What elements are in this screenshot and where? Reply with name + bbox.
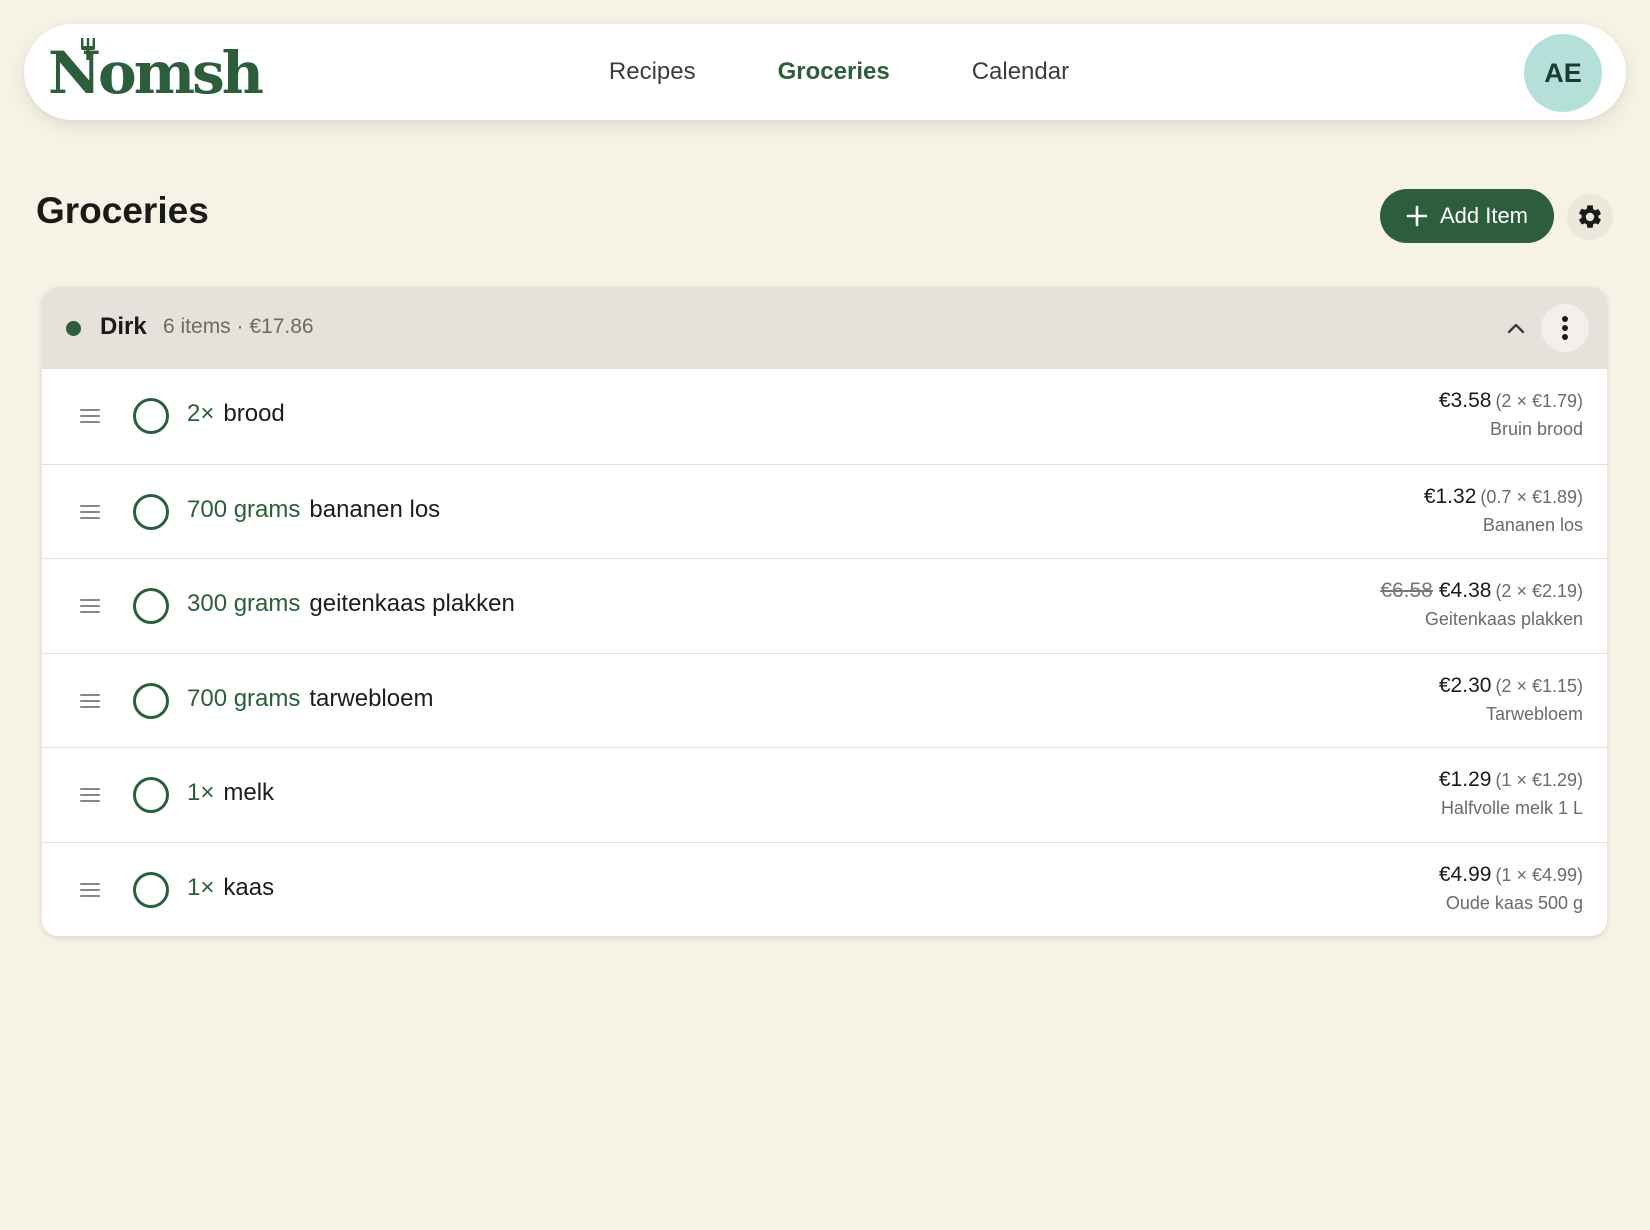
item-quantity: 700 grams <box>187 495 301 523</box>
item-checkbox[interactable] <box>133 682 169 719</box>
store-header[interactable]: Dirk 6 items · €17.86 <box>42 287 1607 369</box>
settings-button[interactable] <box>1567 194 1613 240</box>
grocery-item-row[interactable]: 700 grams tarwebloem €2.30 (2 × €1.15) Tar… <box>42 652 1607 748</box>
item-label: 1× melk <box>187 779 274 807</box>
grocery-item-row[interactable]: 700 grams bananen los €1.32 (0.7 × €1.89) … <box>42 463 1607 559</box>
main-nav: Recipes Groceries Calendar <box>24 24 1626 120</box>
grocery-item-row[interactable]: 2× brood €3.58 (2 × €1.79) Bruin brood <box>42 369 1607 464</box>
store-status-dot <box>66 321 81 336</box>
nav-link-recipes[interactable]: Recipes <box>581 58 696 86</box>
collapse-button[interactable] <box>1498 310 1534 346</box>
item-checkbox[interactable] <box>133 871 169 908</box>
item-total-price: €2.30 <box>1438 673 1492 697</box>
item-quantity: 700 grams <box>187 684 301 712</box>
fork-icon <box>81 38 95 60</box>
item-old-price: €6.58 <box>1380 579 1433 602</box>
chevron-up-icon <box>1507 323 1525 334</box>
item-price-calculation: (0.7 × €1.89) <box>1480 486 1583 507</box>
plus-icon <box>1406 205 1428 227</box>
item-price-calculation: (1 × €1.29) <box>1495 770 1583 790</box>
item-price-block: €1.32 (0.7 × €1.89) Bananen los <box>1424 485 1583 536</box>
item-label: 300 grams geitenkaas plakken <box>187 590 515 618</box>
store-summary: 6 items · €17.86 <box>163 315 314 338</box>
item-product-name: Bruin brood <box>1489 419 1583 439</box>
item-name: tarwebloem <box>309 684 434 712</box>
item-total-price: €1.29 <box>1438 768 1492 791</box>
item-product-name: Oude kaas 500 g <box>1445 892 1583 913</box>
item-price-block: €6.58 €4.38 (2 × €2.19) Geitenkaas plakken <box>1380 579 1583 630</box>
item-product-name: Bananen los <box>1482 514 1583 535</box>
item-name: melk <box>223 779 275 806</box>
item-name: brood <box>223 400 285 427</box>
nav-link-groceries[interactable]: Groceries <box>750 58 890 86</box>
item-product-name: Halfvolle melk 1 L <box>1440 798 1583 818</box>
drag-handle-icon[interactable] <box>80 502 100 522</box>
more-vertical-icon <box>1562 316 1568 340</box>
store-card: Dirk 6 items · €17.86 2× brood €3.58 (2 × … <box>42 287 1607 936</box>
drag-handle-icon[interactable] <box>80 880 100 900</box>
drag-handle-icon[interactable] <box>80 691 100 711</box>
price-line: €1.32 (0.7 × €1.89) <box>1424 485 1583 509</box>
item-label: 2× brood <box>187 400 285 428</box>
item-product-name: Tarwebloem <box>1485 703 1583 724</box>
item-name: bananen los <box>309 495 441 523</box>
item-label: 700 grams bananen los <box>187 496 440 524</box>
grocery-item-row[interactable]: 1× melk €1.29 (1 × €1.29) Halfvolle melk 1… <box>42 747 1607 842</box>
drag-handle-icon[interactable] <box>80 596 100 616</box>
price-line: €4.99 (1 × €4.99) <box>1439 863 1583 887</box>
grocery-list: 2× brood €3.58 (2 × €1.79) Bruin brood 700… <box>42 369 1607 936</box>
item-checkbox[interactable] <box>133 493 169 530</box>
item-quantity: 2× <box>187 400 215 427</box>
page-title: Groceries <box>36 190 209 231</box>
top-navbar: Nomsh Recipes Groceries Calendar AE <box>24 24 1626 120</box>
item-label: 700 grams tarwebloem <box>187 685 433 713</box>
item-price-block: €2.30 (2 × €1.15) Tarwebloem <box>1439 674 1583 725</box>
item-product-name: Geitenkaas plakken <box>1424 609 1583 629</box>
item-price-calculation: (2 × €1.15) <box>1495 675 1583 696</box>
item-total-price: €3.58 <box>1438 389 1492 412</box>
item-total-price: €4.38 <box>1438 579 1492 602</box>
item-total-price: €4.99 <box>1438 862 1492 886</box>
item-price-calculation: (2 × €2.19) <box>1495 581 1583 601</box>
store-menu-button[interactable] <box>1541 304 1589 352</box>
nav-link-calendar[interactable]: Calendar <box>944 58 1069 86</box>
store-name: Dirk <box>100 313 147 340</box>
add-item-button[interactable]: Add Item <box>1380 189 1554 243</box>
item-quantity: 1× <box>187 873 215 901</box>
item-price-calculation: (1 × €4.99) <box>1495 864 1583 885</box>
item-checkbox[interactable] <box>133 777 169 813</box>
price-line: €6.58 €4.38 (2 × €2.19) <box>1380 579 1583 603</box>
item-name: kaas <box>223 873 275 901</box>
user-avatar[interactable]: AE <box>1524 34 1602 112</box>
price-line: €2.30 (2 × €1.15) <box>1439 674 1583 698</box>
item-checkbox[interactable] <box>133 588 169 624</box>
price-line: €3.58 (2 × €1.79) <box>1439 389 1583 413</box>
item-quantity: 300 grams <box>187 590 301 617</box>
item-label: 1× kaas <box>187 874 274 902</box>
item-price-calculation: (2 × €1.79) <box>1495 391 1583 411</box>
avatar-initials: AE <box>1544 57 1582 88</box>
add-item-label: Add Item <box>1439 203 1529 228</box>
grocery-item-row[interactable]: 300 grams geitenkaas plakken €6.58 €4.38 (2… <box>42 558 1607 653</box>
item-total-price: €1.32 <box>1423 484 1477 508</box>
item-checkbox[interactable] <box>133 398 169 434</box>
item-price-block: €4.99 (1 × €4.99) Oude kaas 500 g <box>1439 863 1583 914</box>
item-name: geitenkaas plakken <box>309 590 515 617</box>
price-line: €1.29 (1 × €1.29) <box>1439 768 1583 792</box>
item-quantity: 1× <box>187 779 215 806</box>
item-price-block: €1.29 (1 × €1.29) Halfvolle melk 1 L <box>1439 768 1583 819</box>
drag-handle-icon[interactable] <box>80 785 100 805</box>
item-price-block: €3.58 (2 × €1.79) Bruin brood <box>1439 389 1583 440</box>
drag-handle-icon[interactable] <box>80 406 100 426</box>
grocery-item-row[interactable]: 1× kaas €4.99 (1 × €4.99) Oude kaas 500 g <box>42 841 1607 937</box>
gear-icon <box>1579 205 1601 228</box>
nomsh-logo[interactable]: Nomsh <box>48 38 264 108</box>
